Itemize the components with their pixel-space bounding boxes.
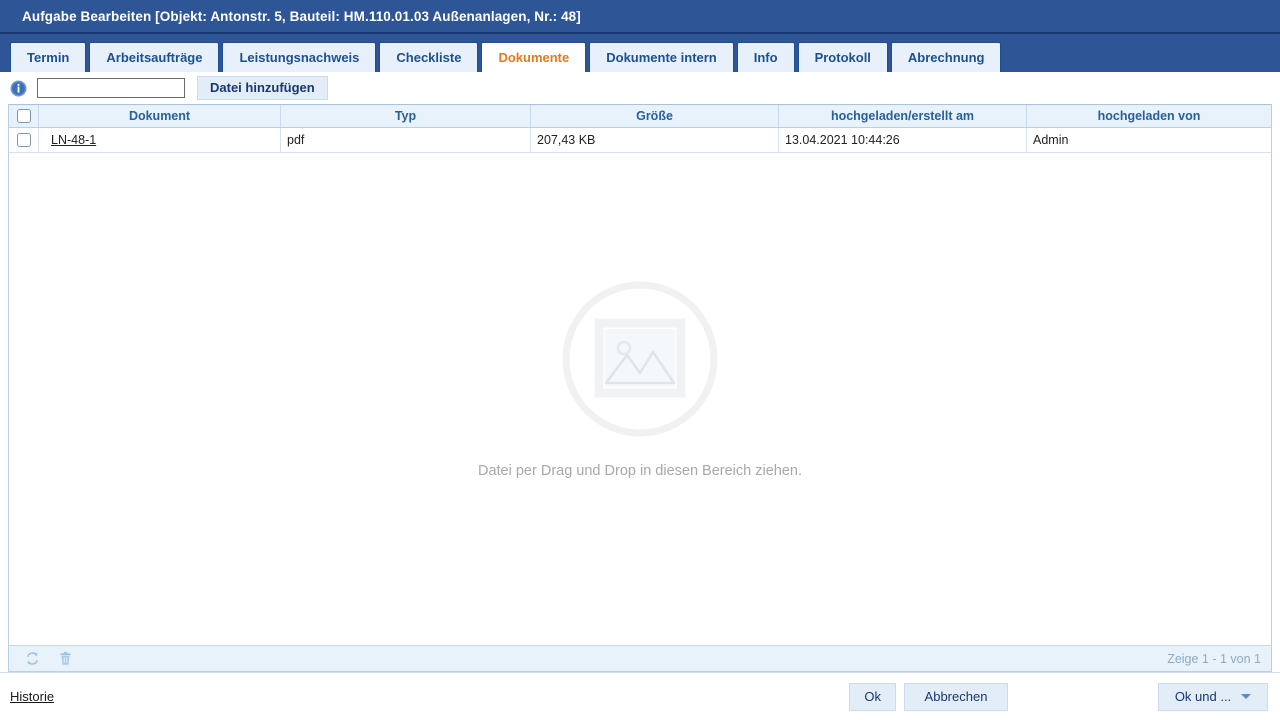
column-header-hochgeladen-von[interactable]: hochgeladen von [1027, 105, 1271, 127]
dialog-footer: Historie Ok Abbrechen Ok und ... [0, 672, 1280, 720]
column-header-dokument[interactable]: Dokument [39, 105, 281, 127]
image-placeholder-icon [562, 281, 718, 437]
ok-button[interactable]: Ok [849, 682, 896, 711]
search-input[interactable] [37, 78, 185, 98]
cancel-button[interactable]: Abbrechen [904, 682, 1008, 711]
tab-arbeitsauftraege[interactable]: Arbeitsaufträge [89, 42, 220, 72]
column-header-hochgeladen-am[interactable]: hochgeladen/erstellt am [779, 105, 1027, 127]
select-all-checkbox[interactable] [16, 109, 31, 123]
tab-checkliste[interactable]: Checkliste [379, 42, 479, 72]
tab-abrechnung[interactable]: Abrechnung [890, 42, 1002, 72]
tab-dokumente-intern[interactable]: Dokumente intern [589, 42, 734, 72]
history-link[interactable]: Historie [10, 689, 54, 704]
column-header-typ[interactable]: Typ [281, 105, 531, 127]
documents-toolbar: Datei hinzufügen [0, 72, 1280, 104]
grid-header-row: Dokument Typ Größe hochgeladen/erstellt … [9, 105, 1271, 128]
ok-and-dropdown-button[interactable]: Ok und ... [1158, 682, 1268, 711]
trash-icon[interactable] [58, 651, 73, 666]
chevron-down-icon [1241, 694, 1252, 699]
ok-and-label: Ok und ... [1174, 688, 1232, 704]
file-dropzone[interactable]: Datei per Drag und Drop in diesen Bereic… [9, 153, 1271, 645]
column-header-groesse[interactable]: Größe [531, 105, 779, 127]
tab-bar: Termin Arbeitsaufträge Leistungsnachweis… [0, 34, 1280, 72]
refresh-icon[interactable] [25, 651, 40, 666]
tab-termin[interactable]: Termin [10, 42, 87, 72]
grid-statusbar: Zeige 1 - 1 von 1 [9, 645, 1271, 671]
window-titlebar: Aufgabe Bearbeiten [Objekt: Antonstr. 5,… [0, 0, 1280, 34]
cell-typ: pdf [281, 128, 531, 152]
dropzone-label: Datei per Drag und Drop in diesen Bereic… [477, 463, 803, 479]
cell-hochgeladen-am: 13.04.2021 10:44:26 [779, 128, 1027, 152]
row-select-cell [9, 128, 39, 152]
cell-hochgeladen-von: Admin [1033, 133, 1069, 147]
cell-dokument: LN-48-1 [39, 128, 281, 152]
table-row[interactable]: LN-48-1 pdf 207,43 KB 13.04.2021 10:44:2… [9, 128, 1271, 153]
tab-info[interactable]: Info [736, 42, 795, 72]
document-link[interactable]: LN-48-1 [51, 133, 96, 147]
cell-groesse: 207,43 KB [531, 128, 779, 152]
info-icon [10, 80, 27, 96]
tab-protokoll[interactable]: Protokoll [797, 42, 888, 72]
tab-leistungsnachweis[interactable]: Leistungsnachweis [222, 42, 377, 72]
record-count-label: Zeige 1 - 1 von 1 [1167, 651, 1261, 666]
select-all-cell [9, 105, 39, 127]
row-checkbox[interactable] [16, 133, 31, 147]
window-title: Aufgabe Bearbeiten [Objekt: Antonstr. 5,… [22, 8, 581, 24]
add-file-button[interactable]: Datei hinzufügen [197, 76, 328, 100]
documents-grid-panel: Dokument Typ Größe hochgeladen/erstellt … [8, 104, 1272, 672]
tab-dokumente[interactable]: Dokumente [481, 42, 587, 72]
